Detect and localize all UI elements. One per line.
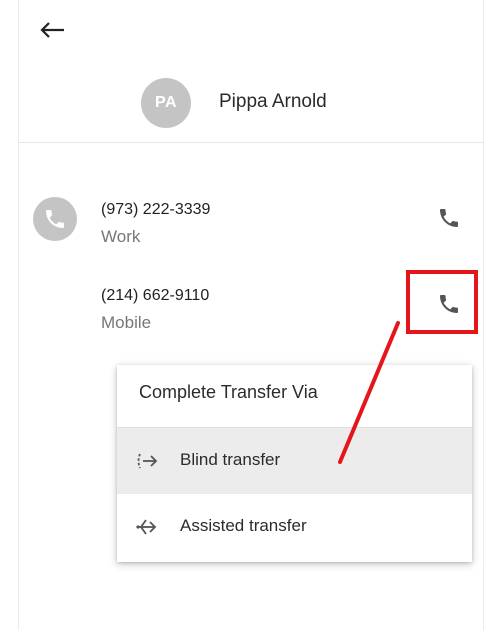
assisted-transfer-item[interactable]: Assisted transfer xyxy=(117,494,472,560)
blind-transfer-item[interactable]: Blind transfer xyxy=(117,428,472,494)
highlight-box xyxy=(406,270,478,334)
phone-icon xyxy=(440,209,458,227)
menu-title: Complete Transfer Via xyxy=(139,382,318,402)
phone-number-mobile: (214) 662-9110 xyxy=(101,287,210,304)
blind-transfer-label: Blind transfer xyxy=(180,450,281,469)
blind-transfer-icon xyxy=(135,451,159,471)
phone-type-work: Work xyxy=(101,227,141,246)
back-button[interactable] xyxy=(38,16,70,44)
phone-number-work: (973) 222-3339 xyxy=(101,201,211,218)
phone-section-icon xyxy=(33,197,77,241)
avatar: PA xyxy=(141,78,191,128)
transfer-menu: Complete Transfer Via Blind transfer Ass… xyxy=(117,365,472,562)
header-divider xyxy=(18,142,484,143)
contact-name: Pippa Arnold xyxy=(219,91,327,112)
phone-icon xyxy=(46,210,64,228)
assisted-transfer-icon xyxy=(135,517,159,537)
arrow-left-icon xyxy=(40,22,64,38)
call-work-button[interactable] xyxy=(435,204,463,232)
assisted-transfer-label: Assisted transfer xyxy=(180,516,307,535)
phone-type-mobile: Mobile xyxy=(101,313,152,332)
